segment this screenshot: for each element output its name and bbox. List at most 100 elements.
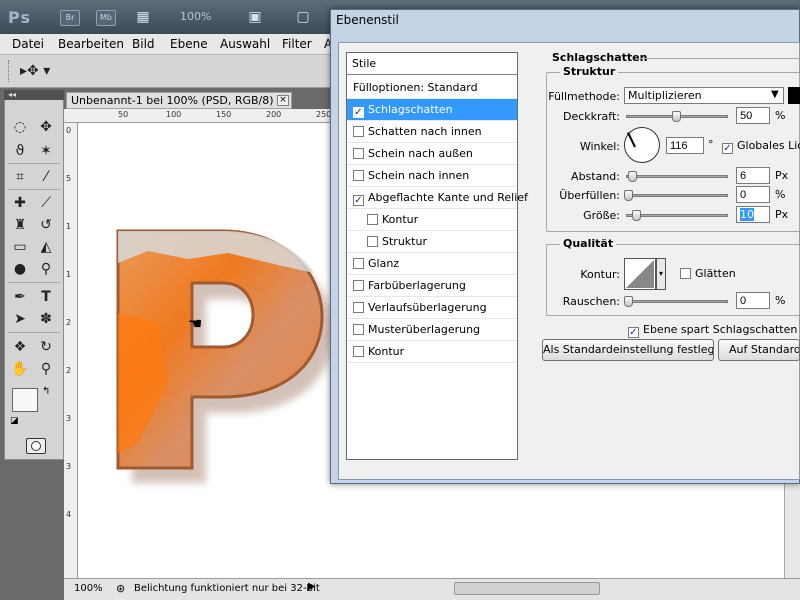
move-tool-preset-icon[interactable]: ▸✥ ▾	[20, 63, 50, 79]
distance-input[interactable]	[736, 167, 770, 184]
crop-tool-icon[interactable]: ⌗	[8, 166, 32, 188]
menu-auswahl[interactable]: Auswahl	[220, 37, 270, 51]
make-default-button[interactable]: Als Standardeinstellung festlegen	[542, 339, 714, 361]
3d-rotate-tool-icon[interactable]: ❖	[8, 336, 32, 358]
style-item[interactable]: Verlaufsüberlagerung	[347, 297, 517, 319]
styles-header[interactable]: Stile	[347, 53, 517, 75]
blur-tool-icon[interactable]: ●	[8, 258, 32, 280]
status-info-icon[interactable]: ⊛	[116, 582, 125, 595]
move-tool-icon[interactable]: ✥	[34, 116, 58, 138]
custom-shape-tool-icon[interactable]: ✽	[34, 308, 58, 330]
size-slider-thumb[interactable]	[632, 210, 641, 221]
style-item[interactable]: Schein nach außen	[347, 143, 517, 165]
screen-mode-icon[interactable]: ▦	[132, 8, 154, 26]
type-tool-icon[interactable]: T	[34, 286, 58, 308]
menu-bild[interactable]: Bild	[132, 37, 155, 51]
checkbox-unchecked-icon[interactable]	[353, 126, 364, 137]
checkbox-unchecked-icon[interactable]	[367, 214, 378, 225]
spread-input[interactable]	[736, 186, 770, 203]
clone-stamp-tool-icon[interactable]: ♜	[8, 214, 32, 236]
options-bar-grip[interactable]	[8, 60, 11, 82]
opacity-slider-thumb[interactable]	[672, 111, 681, 122]
size-input[interactable]: 10	[736, 206, 770, 223]
distance-slider-track[interactable]	[626, 175, 728, 178]
history-brush-tool-icon[interactable]: ↺	[34, 214, 58, 236]
checkbox-checked-icon[interactable]: ✓	[353, 195, 364, 206]
default-colors-icon[interactable]: ◪	[10, 416, 19, 426]
menu-datei[interactable]: Datei	[12, 37, 44, 51]
bridge-button[interactable]: Br	[60, 10, 80, 26]
checkbox-unchecked-icon[interactable]	[353, 302, 364, 313]
mini-bridge-button[interactable]: Mb	[96, 10, 116, 26]
checkbox-unchecked-icon[interactable]	[367, 236, 378, 247]
checkbox-unchecked-icon[interactable]	[353, 346, 364, 357]
marquee-tool-icon[interactable]: ◌	[8, 116, 32, 138]
opacity-input[interactable]	[736, 107, 770, 124]
3d-orbit-tool-icon[interactable]: ↻	[34, 336, 58, 358]
style-item[interactable]: Musterüberlagerung	[347, 319, 517, 341]
checkbox-unchecked-icon[interactable]	[353, 148, 364, 159]
antialias-checkbox[interactable]: Glätten	[680, 267, 736, 280]
blend-mode-select[interactable]: Multiplizieren	[624, 87, 784, 104]
style-item-label: Kontur	[368, 345, 405, 358]
lasso-tool-icon[interactable]: ϑ	[8, 140, 32, 162]
size-slider-track[interactable]	[626, 214, 728, 217]
style-item[interactable]: Fülloptionen: Standard	[347, 77, 517, 99]
close-document-icon[interactable]: ×	[277, 95, 289, 106]
angle-input[interactable]	[666, 137, 704, 154]
style-item[interactable]: Schatten nach innen	[347, 121, 517, 143]
menu-bearbeiten[interactable]: Bearbeiten	[58, 37, 124, 51]
document-tab[interactable]: Unbenannt-1 bei 100% (PSD, RGB/8) *	[66, 92, 292, 109]
hand-cursor-icon: ☚	[188, 314, 203, 333]
dodge-tool-icon[interactable]: ⚲	[34, 258, 58, 280]
style-item[interactable]: ✓ Schlagschatten	[347, 99, 517, 121]
spread-slider-thumb[interactable]	[624, 190, 633, 201]
status-zoom[interactable]: 100%	[74, 583, 103, 594]
eraser-tool-icon[interactable]: ▭	[8, 236, 32, 258]
menu-filter[interactable]: Filter	[282, 37, 312, 51]
style-item[interactable]: Schein nach innen	[347, 165, 517, 187]
horizontal-scrollbar-thumb[interactable]	[454, 582, 600, 595]
view-extras-icon[interactable]: ▢	[292, 8, 314, 26]
style-item[interactable]: Kontur	[347, 209, 517, 231]
noise-input[interactable]	[736, 292, 770, 309]
global-light-label: Globales Licht	[737, 139, 800, 152]
zoom-tool-icon[interactable]: ⚲	[34, 358, 58, 380]
pen-tool-icon[interactable]: ✒	[8, 286, 32, 308]
style-item[interactable]: Farbüberlagerung	[347, 275, 517, 297]
healing-brush-tool-icon[interactable]: ✚	[8, 192, 32, 214]
checkbox-checked-icon[interactable]: ✓	[353, 107, 364, 118]
global-light-checkbox[interactable]: ✓ Globales Licht	[722, 139, 800, 154]
eyedropper-tool-icon[interactable]: ⁄	[34, 166, 58, 188]
paint-bucket-tool-icon[interactable]: ◭	[34, 236, 58, 258]
noise-slider-thumb[interactable]	[624, 296, 633, 307]
noise-slider-track[interactable]	[626, 300, 728, 303]
spread-slider-track[interactable]	[626, 194, 728, 197]
checkbox-unchecked-icon[interactable]	[353, 170, 364, 181]
checkbox-unchecked-icon[interactable]	[353, 324, 364, 335]
style-item[interactable]: Glanz	[347, 253, 517, 275]
arrange-documents-icon[interactable]: ▣	[244, 8, 266, 26]
zoom-level[interactable]: 100%	[180, 10, 211, 23]
collapse-icon[interactable]: ◂◂	[8, 90, 16, 99]
knockout-checkbox[interactable]: ✓ Ebene spart Schlagschatten aus	[628, 323, 800, 338]
checkbox-unchecked-icon[interactable]	[353, 280, 364, 291]
distance-slider-thumb[interactable]	[628, 171, 637, 182]
path-selection-tool-icon[interactable]: ➤	[8, 308, 32, 330]
contour-preview-icon[interactable]	[624, 258, 656, 290]
checkbox-unchecked-icon[interactable]	[353, 258, 364, 269]
brush-tool-icon[interactable]: ⟋	[34, 192, 58, 214]
shadow-color-swatch[interactable]	[788, 87, 800, 104]
foreground-color-swatch[interactable]	[12, 388, 38, 412]
chevron-down-icon[interactable]: ▼	[771, 89, 779, 100]
contour-dropdown-icon[interactable]: ▾	[656, 258, 666, 290]
magic-wand-tool-icon[interactable]: ✶	[34, 140, 58, 162]
reset-default-button[interactable]: Auf Standardein	[718, 339, 800, 361]
style-item[interactable]: Struktur	[347, 231, 517, 253]
hand-tool-icon[interactable]: ✋	[8, 358, 32, 380]
menu-ebene[interactable]: Ebene	[170, 37, 208, 51]
swap-colors-icon[interactable]: ↰	[42, 386, 50, 397]
style-item[interactable]: Kontur	[347, 341, 517, 363]
status-menu-arrow-icon[interactable]: ▶	[308, 581, 316, 592]
style-item[interactable]: ✓ Abgeflachte Kante und Relief	[347, 187, 528, 209]
